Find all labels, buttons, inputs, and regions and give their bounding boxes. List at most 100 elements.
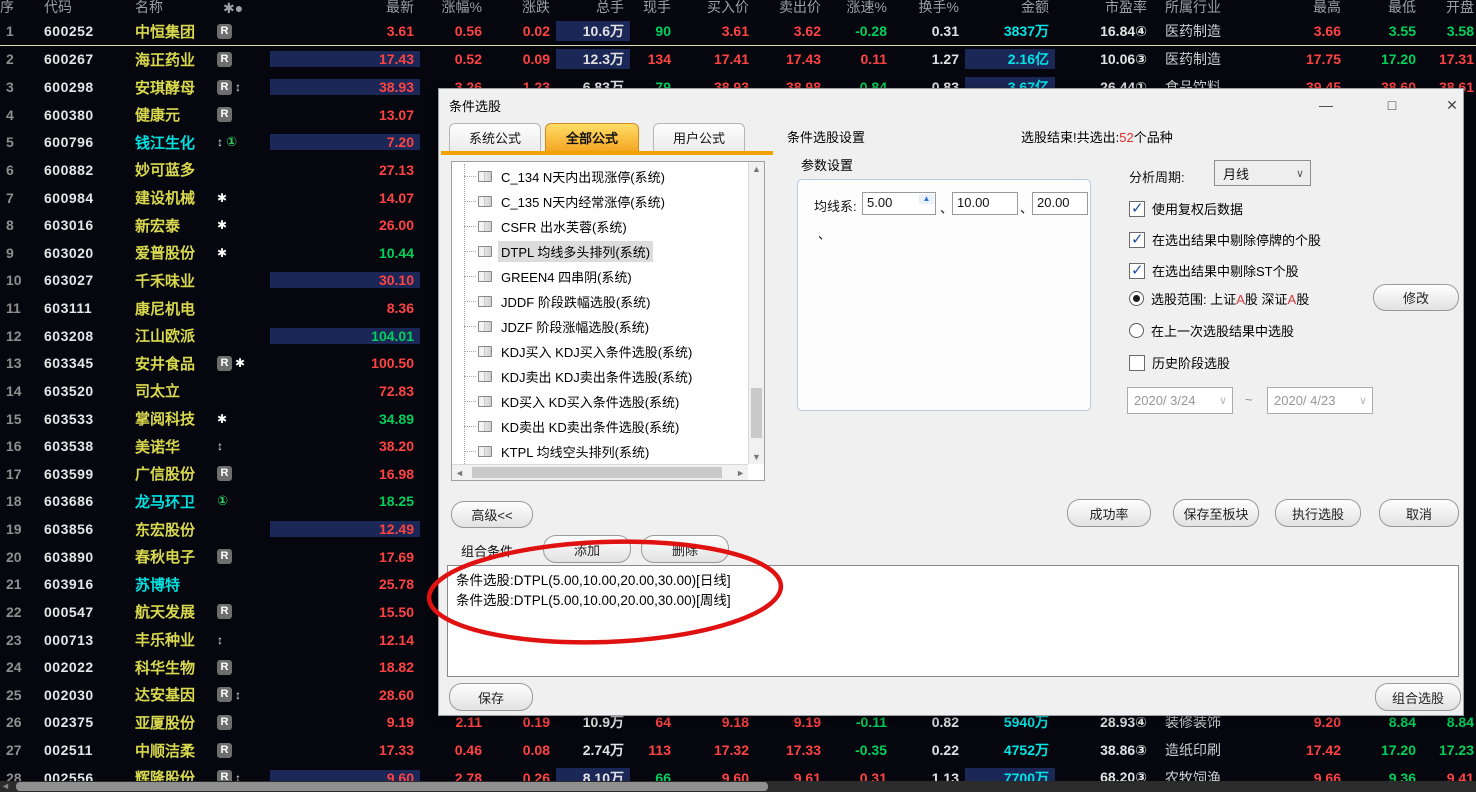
date-to-picker[interactable]: 2020/ 4/23 ∨ [1267, 387, 1373, 414]
column-header[interactable]: ✱● [215, 0, 270, 17]
table-header-row[interactable]: 序代码名称✱●最新涨幅%涨跌总手现手买入价卖出价涨速%换手%金额市盈率所属行业最… [0, 0, 1476, 18]
option-checkbox-row[interactable]: 在选出结果中剔除ST个股 [1129, 261, 1299, 280]
radio-selected-icon[interactable] [1129, 291, 1144, 306]
formula-tree-item[interactable]: KTPL 均线空头排列(系统) [452, 439, 748, 464]
column-header[interactable]: 卖出价 [755, 0, 827, 17]
scroll-up-icon[interactable]: ▲ [749, 164, 764, 174]
close-button[interactable]: ✕ [1437, 97, 1467, 114]
conditional-stock-picker-dialog: 条件选股 — □ ✕ 系统公式全部公式用户公式 C_134 N天内出现涨停(系统… [438, 88, 1464, 716]
tree-vscroll-thumb[interactable] [751, 388, 762, 438]
date-from-picker[interactable]: 2020/ 3/24 ∨ [1127, 387, 1233, 414]
data-cell: 10.44 [270, 245, 420, 261]
condition-listbox[interactable]: 条件选股:DTPL(5.00,10.00,20.00,30.00)[日线]条件选… [447, 565, 1459, 677]
success-rate-button[interactable]: 成功率 [1067, 499, 1151, 527]
formula-book-icon [478, 221, 492, 232]
tab-system-formulas[interactable]: 系统公式 [449, 123, 541, 151]
column-header[interactable]: 总手 [556, 0, 630, 17]
ma-input-1[interactable]: 5.00 ▲ [862, 192, 936, 215]
data-cell: 100.50 [270, 355, 420, 371]
minimize-button[interactable]: — [1311, 97, 1341, 113]
scroll-left-icon[interactable]: ◄ [1, 781, 10, 792]
table-horizontal-scrollbar[interactable]: ◄ [0, 781, 1476, 792]
formula-tree-item[interactable]: KD卖出 KD卖出条件选股(系统) [452, 414, 748, 439]
updown-arrow-icon: ↕ [235, 80, 241, 94]
tree-hscroll-thumb[interactable] [472, 467, 722, 478]
column-header[interactable]: 涨速% [827, 0, 893, 17]
formula-tree-item[interactable]: GREEN4 四串阴(系统) [452, 264, 748, 289]
column-header[interactable]: 涨跌 [488, 0, 556, 17]
column-header[interactable]: 涨幅% [420, 0, 488, 17]
range-radio-row[interactable]: 选股范围: 上证A股 深证A股 [1129, 289, 1309, 308]
remove-condition-button[interactable]: 删除 [641, 535, 729, 563]
column-header[interactable]: 现手 [630, 0, 677, 17]
tree-vertical-scrollbar[interactable]: ▲ ▼ [748, 162, 764, 464]
column-header[interactable]: 买入价 [677, 0, 755, 17]
option-checkbox-row[interactable]: 在选出结果中剔除停牌的个股 [1129, 230, 1321, 249]
column-header[interactable]: 换手% [893, 0, 965, 17]
cancel-button[interactable]: 取消 [1379, 499, 1459, 527]
spinner-up-icon[interactable]: ▲ [919, 194, 934, 204]
column-header[interactable]: 所属行业 [1153, 0, 1290, 17]
option-checkbox-row[interactable]: 使用复权后数据 [1129, 199, 1243, 218]
combo-select-button[interactable]: 组合选股 [1375, 683, 1461, 711]
flags-cell: R [215, 52, 270, 67]
ma-input-3[interactable]: 20.00 [1032, 192, 1088, 215]
checkbox-checked-icon[interactable] [1129, 201, 1145, 217]
scroll-down-icon[interactable]: ▼ [749, 452, 764, 462]
run-selection-button[interactable]: 执行选股 [1275, 499, 1361, 527]
last-result-radio-row[interactable]: 在上一次选股结果中选股 [1129, 321, 1294, 340]
data-cell: 8.36 [270, 300, 420, 316]
column-header[interactable]: 最新 [270, 0, 420, 17]
formula-tree-item[interactable]: DTPL 均线多头排列(系统) [452, 239, 748, 264]
checkbox-unchecked-icon[interactable] [1129, 355, 1145, 371]
modify-range-button[interactable]: 修改 [1373, 284, 1459, 311]
save-button[interactable]: 保存 [449, 683, 533, 711]
radio-unselected-icon[interactable] [1129, 323, 1144, 338]
tab-all-formulas[interactable]: 全部公式 [545, 123, 639, 151]
formula-tree-item[interactable]: C_135 N天内经常涨停(系统) [452, 189, 748, 214]
condition-line[interactable]: 条件选股:DTPL(5.00,10.00,20.00,30.00)[日线] [456, 571, 1450, 591]
data-cell: 9.20 [1290, 714, 1347, 730]
advanced-toggle-button[interactable]: 高级<< [451, 501, 533, 528]
tree-horizontal-scrollbar[interactable]: ◄ ► [452, 464, 748, 480]
tab-user-formulas[interactable]: 用户公式 [653, 123, 745, 151]
scrollbar-thumb[interactable] [16, 782, 768, 791]
stock-name: 广信股份 [115, 463, 215, 484]
formula-tree-item[interactable]: JDDF 阶段跌幅选股(系统) [452, 289, 748, 314]
checkbox-checked-icon[interactable] [1129, 232, 1145, 248]
formula-tree-item[interactable]: CSFR 出水芙蓉(系统) [452, 214, 748, 239]
column-header[interactable]: 开盘 [1422, 0, 1476, 17]
formula-tree-item[interactable]: KDJ买入 KDJ买入条件选股(系统) [452, 339, 748, 364]
checkbox-checked-icon[interactable] [1129, 263, 1145, 279]
formula-tree-item[interactable]: JDZF 阶段涨幅选股(系统) [452, 314, 748, 339]
column-header[interactable]: 金额 [965, 0, 1055, 17]
history-checkbox-row[interactable]: 历史阶段选股 [1129, 353, 1230, 372]
column-header[interactable]: 最高 [1290, 0, 1347, 17]
maximize-button[interactable]: □ [1377, 97, 1407, 113]
table-row[interactable]: 1600252中恒集团R3.610.560.0210.6万903.613.62-… [0, 18, 1476, 46]
column-header[interactable]: 代码 [28, 0, 115, 17]
data-cell: 0.31 [893, 23, 965, 39]
analysis-period-dropdown[interactable]: 月线 ∨ [1214, 160, 1311, 186]
formula-tree-item[interactable]: KDJ卖出 KDJ卖出条件选股(系统) [452, 364, 748, 389]
condition-line[interactable]: 条件选股:DTPL(5.00,10.00,20.00,30.00)[周线] [456, 591, 1450, 611]
star-icon: ✱ [235, 356, 245, 370]
flags-cell: ① [215, 493, 270, 509]
column-header[interactable]: 名称 [115, 0, 215, 17]
column-header[interactable]: 最低 [1347, 0, 1422, 17]
formula-tree-item[interactable]: KD买入 KD买入条件选股(系统) [452, 389, 748, 414]
column-header[interactable]: 市盈率 [1055, 0, 1153, 17]
scroll-right-icon[interactable]: ► [736, 468, 745, 478]
formula-tree-item[interactable]: C_134 N天内出现涨停(系统) [452, 164, 748, 189]
flags-cell: R [215, 715, 270, 730]
table-row[interactable]: 27002511中顺洁柔R17.330.460.082.74万11317.321… [0, 736, 1476, 764]
column-header[interactable]: 序 [0, 0, 28, 17]
formula-tree-list: C_134 N天内出现涨停(系统)C_135 N天内经常涨停(系统)CSFR 出… [452, 164, 748, 464]
scroll-left-icon[interactable]: ◄ [455, 468, 464, 478]
stock-code: 603856 [28, 521, 115, 537]
table-row[interactable]: 2600267海正药业R17.430.520.0912.3万13417.4117… [0, 46, 1476, 74]
add-condition-button[interactable]: 添加 [543, 535, 631, 563]
ma-input-2[interactable]: 10.00 [952, 192, 1018, 215]
stock-code: 603520 [28, 383, 115, 399]
save-to-board-button[interactable]: 保存至板块 [1173, 499, 1259, 527]
